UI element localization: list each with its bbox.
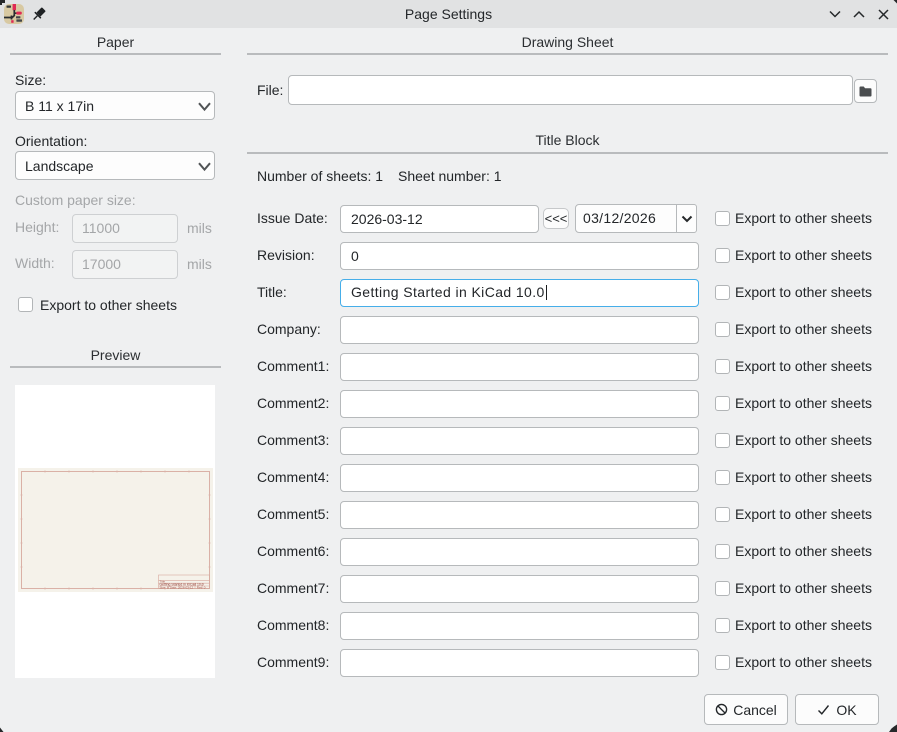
svg-text:Rev: 0: Rev: 0 — [197, 585, 206, 589]
svg-text:Size: B Date: 2026-03-12: Size: B Date: 2026-03-12 — [160, 585, 194, 589]
